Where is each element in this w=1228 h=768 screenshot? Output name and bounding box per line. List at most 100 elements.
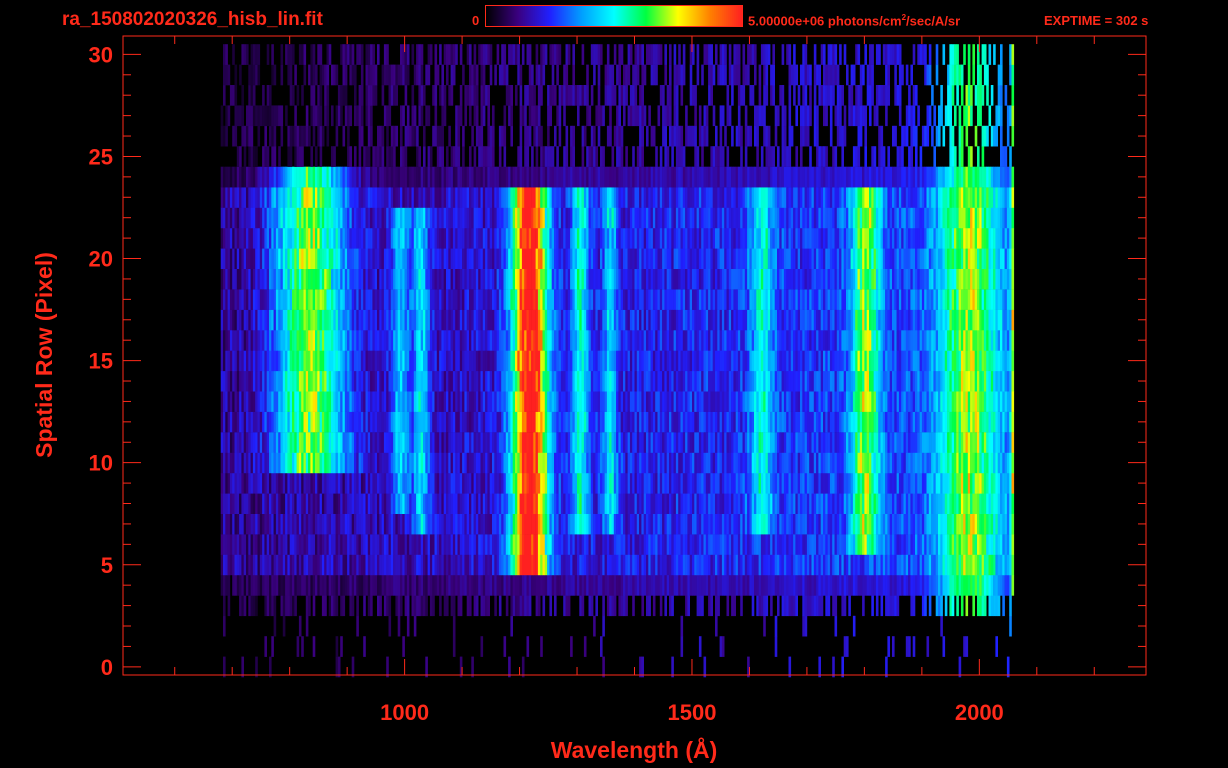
- heatmap-cell: [841, 513, 844, 535]
- heatmap-cell: [457, 575, 461, 596]
- heatmap-cell: [600, 636, 603, 657]
- heatmap-cell: [924, 513, 927, 535]
- heatmap-cell: [947, 513, 950, 535]
- heatmap-cell: [301, 330, 304, 351]
- heatmap-cell: [335, 452, 339, 474]
- heatmap-cell: [689, 432, 693, 453]
- heatmap-cell: [492, 452, 495, 474]
- heatmap-cell: [273, 391, 277, 412]
- heatmap-cell: [894, 595, 897, 617]
- heatmap-cell: [698, 575, 702, 596]
- heatmap-cell: [411, 350, 415, 372]
- heatmap-cell: [675, 330, 679, 351]
- heatmap-cell: [859, 493, 863, 514]
- heatmap-cell: [970, 534, 973, 555]
- heatmap-cell: [225, 309, 228, 331]
- heatmap-cell: [549, 411, 552, 433]
- heatmap-cell: [613, 452, 617, 474]
- heatmap-cell: [770, 432, 773, 453]
- heatmap-cell: [958, 370, 962, 392]
- heatmap-cell: [811, 595, 815, 617]
- heatmap-cell: [816, 472, 819, 494]
- heatmap-cell: [921, 554, 925, 576]
- heatmap-cell: [515, 554, 518, 576]
- heatmap-cell: [820, 370, 824, 392]
- heatmap-cell: [524, 595, 527, 617]
- heatmap-cell: [783, 411, 787, 433]
- heatmap-cell: [397, 472, 401, 494]
- heatmap-cell: [234, 472, 238, 494]
- heatmap-cell: [779, 370, 782, 392]
- heatmap-cell: [459, 309, 463, 331]
- heatmap-cell: [567, 493, 571, 514]
- heatmap-cell: [698, 370, 702, 392]
- heatmap-cell: [383, 472, 387, 494]
- heatmap-cell: [462, 452, 465, 474]
- heatmap-cell: [611, 513, 615, 535]
- heatmap-cell: [696, 452, 700, 474]
- heatmap-cell: [701, 472, 704, 494]
- heatmap-cell: [655, 350, 658, 372]
- heatmap-cell: [257, 513, 261, 535]
- heatmap-cell: [459, 391, 463, 412]
- heatmap-cell: [859, 432, 863, 453]
- heatmap-cell: [229, 513, 233, 535]
- heatmap-cell: [928, 595, 932, 617]
- heatmap-cell: [963, 636, 966, 657]
- heatmap-cell: [296, 452, 300, 474]
- heatmap-cell: [611, 493, 615, 514]
- heatmap-cell: [967, 432, 971, 453]
- heatmap-cell: [312, 595, 316, 617]
- heatmap-cell: [977, 370, 980, 392]
- heatmap-cell: [409, 432, 412, 453]
- heatmap-cell: [381, 472, 385, 494]
- heatmap-cell: [751, 472, 755, 494]
- heatmap-cell: [567, 554, 571, 576]
- heatmap-cell: [310, 330, 313, 351]
- heatmap-cell: [763, 411, 766, 433]
- heatmap-cell: [620, 411, 624, 433]
- heatmap-cell: [590, 472, 594, 494]
- heatmap-cell: [983, 472, 987, 494]
- heatmap-cell: [869, 575, 872, 596]
- heatmap-cell: [246, 391, 249, 412]
- heatmap-cell: [485, 472, 488, 494]
- heatmap-cell: [905, 513, 909, 535]
- heatmap-cell: [747, 411, 750, 433]
- heatmap-cell: [252, 472, 256, 494]
- heatmap-cell: [248, 493, 251, 514]
- heatmap-cell: [751, 452, 755, 474]
- heatmap-cell: [462, 330, 465, 351]
- heatmap-cell: [986, 554, 989, 576]
- heatmap-cell: [905, 575, 909, 596]
- heatmap-cell: [852, 472, 856, 494]
- heatmap-cell: [917, 554, 920, 576]
- heatmap-cell: [726, 391, 730, 412]
- heatmap-cell: [763, 615, 766, 637]
- heatmap-cell: [641, 370, 644, 392]
- heatmap-cell: [818, 534, 821, 555]
- heatmap-cell: [737, 452, 741, 474]
- heatmap-cell: [425, 370, 428, 392]
- heatmap-cell: [788, 595, 792, 617]
- heatmap-cell: [944, 575, 948, 596]
- heatmap-cell: [733, 493, 736, 514]
- heatmap-cell: [404, 534, 408, 555]
- heatmap-cell: [285, 575, 288, 596]
- heatmap-cell: [986, 432, 989, 453]
- heatmap-cell: [708, 534, 711, 555]
- heatmap-cell: [659, 513, 663, 535]
- heatmap-cell: [282, 554, 286, 576]
- heatmap-cell: [287, 309, 290, 331]
- heatmap-cell: [779, 575, 782, 596]
- heatmap-cell: [303, 575, 307, 596]
- heatmap-cell: [951, 513, 955, 535]
- heatmap-cell: [535, 534, 539, 555]
- heatmap-cell: [393, 411, 396, 433]
- heatmap-cell: [466, 330, 470, 351]
- heatmap-cell: [515, 309, 518, 331]
- heatmap-cell: [554, 350, 557, 372]
- heatmap-cell: [646, 330, 649, 351]
- heatmap-cell: [459, 370, 463, 392]
- heatmap-cell: [641, 411, 644, 433]
